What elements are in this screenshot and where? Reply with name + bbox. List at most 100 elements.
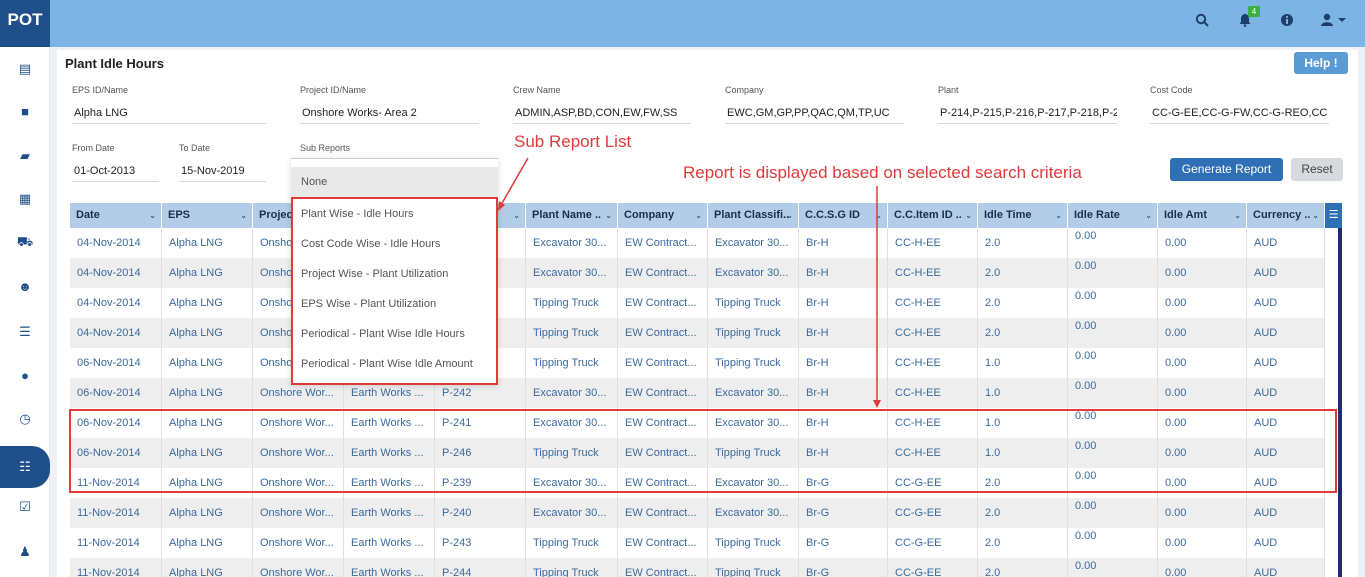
table-cell: EW Contract... (618, 318, 708, 348)
table-cell: EW Contract... (618, 498, 708, 528)
chevron-down-icon[interactable]: ⌄ (786, 203, 793, 228)
table-row[interactable]: 06-Nov-2014Alpha LNGOnshore Wor...Earth … (70, 348, 1325, 378)
dropdown-option[interactable]: Cost Code Wise - Idle Hours (301, 229, 440, 259)
check-square-icon[interactable]: ☑ (0, 492, 50, 522)
chevron-down-icon[interactable]: ⌄ (1055, 203, 1062, 228)
dropdown-option[interactable]: EPS Wise - Plant Utilization (301, 289, 436, 319)
folder-icon[interactable]: ■ (0, 97, 50, 127)
table-row[interactable]: 11-Nov-2014 Alpha LNG Onshore Wor... Earth … (70, 528, 1325, 558)
list-icon[interactable]: ☷ (0, 446, 50, 488)
table-row[interactable]: 04-Nov-2014Alpha LNGOnshore Wor...Earth … (70, 288, 1325, 318)
column-header[interactable]: Plant Classifi.. ⌄ (708, 203, 799, 228)
table-cell: 0.00 (1068, 528, 1158, 558)
dropdown-option[interactable]: Periodical - Plant Wise Idle Hours (301, 319, 465, 349)
database-icon[interactable]: ☰ (0, 317, 50, 347)
reset-button[interactable]: Reset (1291, 158, 1343, 181)
table-cell: 06-Nov-2014 (70, 378, 162, 408)
piggy-bank-icon[interactable]: ● (0, 361, 50, 391)
column-header[interactable]: Currency .. ⌄ (1247, 203, 1325, 228)
chevron-down-icon[interactable]: ⌄ (1312, 203, 1319, 228)
column-header[interactable]: Idle Rate ⌄ (1068, 203, 1158, 228)
table-cell: EW Contract... (618, 258, 708, 288)
table-cell: EW Contract... (618, 558, 708, 577)
chevron-down-icon[interactable]: ⌄ (240, 203, 247, 228)
vertical-scrollbar[interactable] (1338, 228, 1342, 577)
table-cell: 0.00 (1158, 228, 1247, 258)
table-cell: AUD (1247, 228, 1325, 258)
table-row[interactable]: 04-Nov-2014Alpha LNGOnshore Wor...Earth … (70, 318, 1325, 348)
sub-reports-dropdown[interactable]: None Plant Wise - Idle Hours Cost Code W… (291, 158, 498, 385)
chevron-down-icon[interactable]: ⌄ (513, 203, 520, 228)
table-cell: 0.00 (1068, 258, 1158, 288)
table-cell: Tipping Truck (526, 348, 618, 378)
table-cell: 0.00 (1158, 288, 1247, 318)
report-grid: Date⌄EPS⌄Projec⌄⌄⌄Plant Name ..⌄Company⌄… (70, 203, 1342, 577)
report-icon[interactable]: ▤ (0, 54, 50, 84)
table-cell: 2.0 (978, 318, 1068, 348)
table-cell: Br-H (799, 288, 888, 318)
column-header[interactable]: C.C.S.G ID ⌄ (799, 203, 888, 228)
table-cell: CC-H-EE (888, 378, 978, 408)
dropdown-option[interactable]: Plant Wise - Idle Hours (301, 199, 413, 229)
calendar-icon[interactable]: ▦ (0, 184, 50, 214)
from-date-field[interactable]: 01-Oct-2013 (72, 162, 159, 182)
chevron-down-icon[interactable]: ⌄ (695, 203, 702, 228)
column-header[interactable]: Plant Name .. ⌄ (526, 203, 618, 228)
costcode-field[interactable]: CC-G-EE,CC-G-FW,CC-G-REO,CC (1150, 104, 1329, 124)
dropdown-option[interactable]: Periodical - Plant Wise Idle Amount (301, 349, 473, 379)
table-cell: P-243 (435, 528, 526, 558)
eps-field[interactable]: Alpha LNG (72, 104, 266, 124)
chevron-down-icon[interactable]: ⌄ (875, 203, 882, 228)
column-header[interactable]: C.C.Item ID .. ⌄ (888, 203, 978, 228)
chevron-down-icon[interactable]: ⌄ (1234, 203, 1241, 228)
eps-label: EPS ID/Name (72, 85, 129, 95)
company-field[interactable]: EWC,GM,GP,PP,QAC,QM,TP,UC (725, 104, 904, 124)
help-button[interactable]: Help ! (1294, 52, 1348, 74)
project-field[interactable]: Onshore Works- Area 2 (300, 104, 479, 124)
dashboard-icon[interactable]: ◷ (0, 404, 50, 434)
table-cell: EW Contract... (618, 378, 708, 408)
table-cell: 04-Nov-2014 (70, 228, 162, 258)
column-header[interactable]: Company ⌄ (618, 203, 708, 228)
column-header[interactable]: EPS ⌄ (162, 203, 253, 228)
table-row[interactable]: 04-Nov-2014Alpha LNGOnshore Wor...Earth … (70, 228, 1325, 258)
dropdown-option-none[interactable]: None (291, 167, 498, 197)
info-icon[interactable] (1277, 12, 1297, 32)
search-icon[interactable] (1192, 12, 1212, 32)
chevron-down-icon[interactable]: ⌄ (1145, 203, 1152, 228)
table-cell: EW Contract... (618, 288, 708, 318)
table-cell: 11-Nov-2014 (70, 558, 162, 577)
table-row[interactable]: 04-Nov-2014Alpha LNGOnshore Wor...Earth … (70, 258, 1325, 288)
plant-field[interactable]: P-214,P-215,P-216,P-217,P-218,P-2 (938, 104, 1117, 124)
to-date-field[interactable]: 15-Nov-2019 (179, 162, 266, 182)
report-displayed-annotation: Report is displayed based on selected se… (683, 163, 1082, 182)
column-header[interactable]: Idle Time ⌄ (978, 203, 1068, 228)
table-row[interactable]: 06-Nov-2014Alpha LNGOnshore Wor...Earth … (70, 378, 1325, 408)
user-menu[interactable] (1318, 12, 1352, 32)
folder-open-icon[interactable]: ▰ (0, 141, 50, 171)
users-icon[interactable]: ☻ (0, 272, 50, 302)
chevron-down-icon[interactable]: ⌄ (965, 203, 972, 228)
app-logo[interactable]: POT (0, 0, 50, 47)
table-row[interactable]: 11-Nov-2014 Alpha LNG Onshore Wor... Earth … (70, 558, 1325, 577)
table-row[interactable]: 11-Nov-2014 Alpha LNG Onshore Wor... Earth … (70, 498, 1325, 528)
table-cell: Tipping Truck (526, 288, 618, 318)
table-cell: Onshore Wor... (253, 498, 344, 528)
column-header[interactable]: Date ⌄ (70, 203, 162, 228)
table-cell: Br-H (799, 258, 888, 288)
user-icon[interactable]: ♟ (0, 537, 50, 567)
column-header[interactable]: Idle Amt ⌄ (1158, 203, 1247, 228)
cart-icon[interactable]: ⛟ (0, 227, 50, 257)
generate-report-button[interactable]: Generate Report (1170, 158, 1283, 181)
table-cell: Excavator 30... (708, 498, 799, 528)
chevron-down-icon[interactable]: ⌄ (605, 203, 612, 228)
table-cell: Alpha LNG (162, 558, 253, 577)
column-menu-icon[interactable]: ☰ (1325, 203, 1342, 228)
dropdown-option[interactable]: Project Wise - Plant Utilization (301, 259, 448, 289)
crew-field[interactable]: ADMIN,ASP,BD,CON,EW,FW,SS (513, 104, 691, 124)
chevron-down-icon[interactable]: ⌄ (149, 203, 156, 228)
table-cell: 0.00 (1068, 318, 1158, 348)
table-cell: CC-H-EE (888, 288, 978, 318)
company-label: Company (725, 85, 764, 95)
table-cell: 0.00 (1068, 288, 1158, 318)
